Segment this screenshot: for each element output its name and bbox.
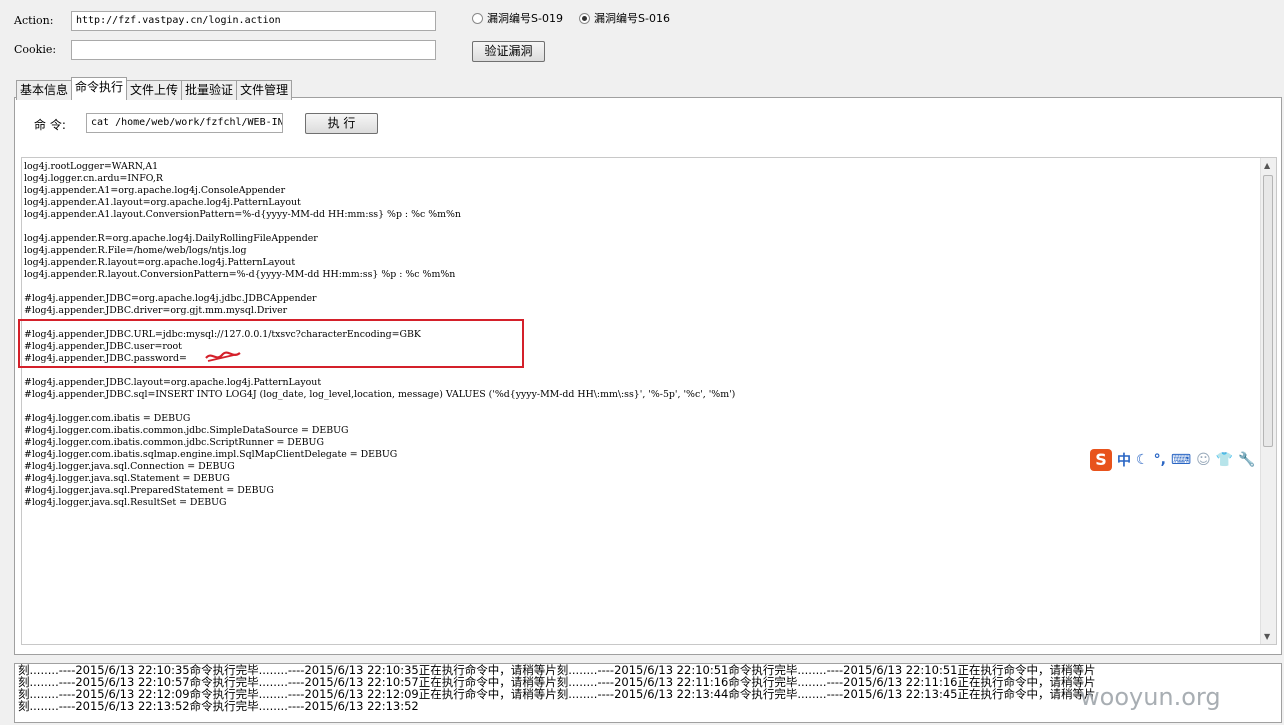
- radio-s016-label: 漏洞编号S-016: [594, 12, 670, 25]
- scroll-down-icon[interactable]: ▼: [1264, 632, 1270, 641]
- radio-s016[interactable]: 漏洞编号S-016: [579, 10, 670, 26]
- tab-bar: 基本信息 命令执行 文件上传 批量验证 文件管理: [16, 77, 293, 100]
- keyboard-icon[interactable]: ⌨: [1171, 452, 1191, 468]
- tab-file-manage[interactable]: 文件管理: [236, 80, 293, 100]
- shirt-icon[interactable]: 👕: [1216, 452, 1233, 468]
- sogou-logo-icon[interactable]: S: [1090, 449, 1112, 471]
- radio-s019[interactable]: 漏洞编号S-019: [472, 10, 563, 26]
- output-scrollbar[interactable]: ▲ ▼: [1260, 158, 1276, 644]
- user-icon[interactable]: ☺: [1196, 452, 1211, 468]
- highlight-box: [18, 319, 524, 368]
- ime-toolbar[interactable]: S 中 ☾ °, ⌨ ☺ 👕 🔧: [1087, 448, 1259, 472]
- radio-s019-circle[interactable]: [472, 12, 483, 24]
- scroll-up-icon[interactable]: ▲: [1264, 161, 1270, 170]
- radio-s016-circle[interactable]: [579, 12, 590, 24]
- command-label: 命 令:: [34, 118, 66, 132]
- execute-button[interactable]: 执 行: [305, 113, 378, 134]
- cookie-input[interactable]: [71, 40, 436, 60]
- action-label: Action:: [14, 14, 54, 27]
- tab-basic-info[interactable]: 基本信息: [16, 80, 73, 100]
- tab-batch-verify[interactable]: 批量验证: [181, 80, 238, 100]
- cookie-label: Cookie:: [14, 43, 57, 56]
- redacted-password-scribble: [205, 351, 241, 362]
- command-output[interactable]: log4j.rootLogger=WARN,A1 log4j.logger.cn…: [21, 157, 1277, 645]
- scroll-thumb[interactable]: [1263, 175, 1273, 447]
- punctuation-icon[interactable]: °,: [1154, 452, 1166, 468]
- verify-vulnerability-button[interactable]: 验证漏洞: [472, 41, 545, 62]
- watermark: wooyun.org: [1080, 683, 1221, 711]
- action-url-input[interactable]: http://fzf.vastpay.cn/login.action: [71, 11, 436, 31]
- ime-mode-icon[interactable]: 中: [1117, 450, 1131, 470]
- radio-s019-label: 漏洞编号S-019: [487, 12, 563, 25]
- tab-command-exec[interactable]: 命令执行: [71, 77, 128, 100]
- command-input[interactable]: cat /home/web/work/fzfchl/WEB-IN: [86, 113, 283, 133]
- wrench-icon[interactable]: 🔧: [1238, 452, 1255, 468]
- moon-icon[interactable]: ☾: [1136, 452, 1149, 468]
- tab-file-upload[interactable]: 文件上传: [126, 80, 183, 100]
